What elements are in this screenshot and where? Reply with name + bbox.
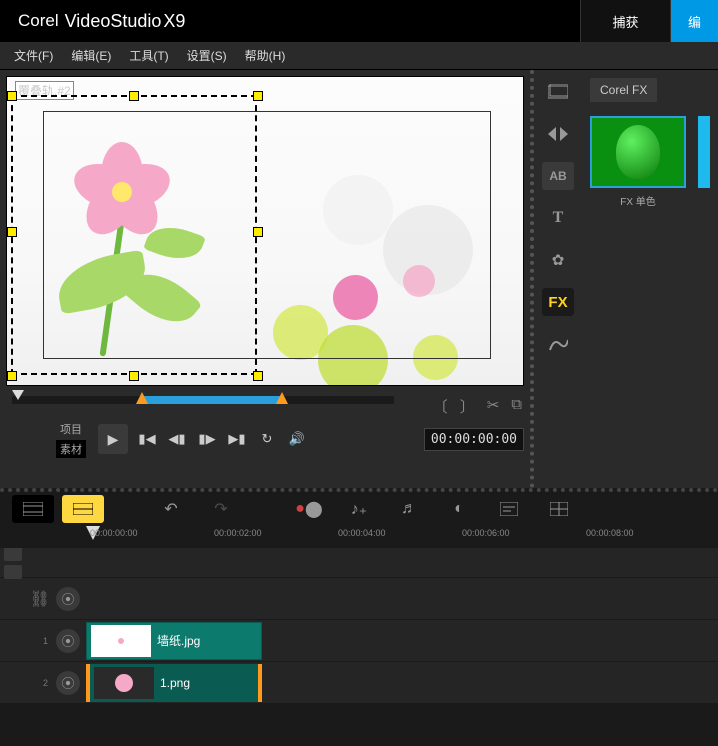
snapshot-button[interactable]: ⧉: [511, 396, 522, 417]
trim-range[interactable]: [142, 396, 282, 404]
media-library-icon[interactable]: [542, 78, 574, 106]
repeat-button[interactable]: ↻: [256, 428, 278, 450]
video-track-icon[interactable]: ⦿: [56, 587, 80, 611]
seek-bar[interactable]: [12, 396, 394, 404]
track-number: 2: [43, 678, 48, 688]
mark-out-button[interactable]: 〕: [460, 396, 475, 417]
path-icon[interactable]: [542, 330, 574, 358]
timeline-view-button[interactable]: [62, 495, 104, 523]
menu-bar: 文件(F) 编辑(E) 工具(T) 设置(S) 帮助(H): [0, 42, 718, 70]
overlay-track-icon[interactable]: ⦿: [56, 671, 80, 695]
library-pane: AB T ✿ FX Corel FX FX 单色: [530, 70, 718, 488]
menu-file[interactable]: 文件(F): [14, 47, 53, 64]
menu-edit[interactable]: 编辑(E): [71, 47, 111, 64]
mark-in-button[interactable]: 〔: [433, 396, 448, 417]
clip-png[interactable]: 1.png: [86, 664, 262, 702]
video-track-row[interactable]: ⛓ ⦿: [0, 578, 718, 620]
library-tab-corelfx[interactable]: Corel FX: [590, 78, 657, 102]
graphics-icon[interactable]: ✿: [542, 246, 574, 274]
overlay-track-2-row[interactable]: 2 ⦿ 1.png: [0, 662, 718, 704]
resize-handle-e[interactable]: [253, 227, 263, 237]
track-link-icon[interactable]: ⛓: [30, 589, 50, 609]
overlay-track-icon[interactable]: ⦿: [56, 629, 80, 653]
library-category-bar: AB T ✿ FX: [534, 70, 582, 488]
timecode-display[interactable]: 00:00:00:00: [424, 428, 524, 451]
audio-mixer-button[interactable]: ♪₊: [338, 495, 380, 523]
track-header-row: [0, 548, 718, 578]
auto-music-button[interactable]: ♬: [388, 495, 430, 523]
logo-version: X9: [163, 11, 185, 32]
go-start-button[interactable]: ▮◀: [136, 428, 158, 450]
trim-in-handle[interactable]: [136, 392, 148, 404]
clip-thumbnail: [94, 667, 154, 699]
mask-button[interactable]: ◐: [438, 495, 480, 523]
logo-brand: Corel: [18, 11, 59, 31]
clip-thumbnail: [91, 625, 151, 657]
ruler-tick: 00:00:06:00: [462, 528, 510, 538]
track-toggle-icon[interactable]: [4, 547, 22, 561]
prev-frame-button[interactable]: ◀▮: [166, 428, 188, 450]
overlay-track-1-row[interactable]: 1 ⦿ 墙纸.jpg: [0, 620, 718, 662]
record-button[interactable]: ●⬤: [288, 495, 330, 523]
seek-playhead[interactable]: [12, 390, 24, 400]
menu-tools[interactable]: 工具(T): [129, 47, 168, 64]
go-end-button[interactable]: ▶▮: [226, 428, 248, 450]
resize-handle-n[interactable]: [129, 91, 139, 101]
preview-canvas[interactable]: 覆叠轨.#2: [6, 76, 524, 386]
tab-edit[interactable]: 编: [670, 0, 718, 42]
preview-pane: 覆叠轨.#2 〔 〕 ✂: [0, 70, 530, 488]
timeline-ruler[interactable]: 00:00:00:00 00:00:02:00 00:00:04:00 00:0…: [0, 526, 718, 548]
title-bar: Corel VideoStudio X9 捕获 编: [0, 0, 718, 42]
ruler-tick: 00:00:04:00: [338, 528, 386, 538]
overlay-track-label: 覆叠轨.#2: [15, 81, 74, 100]
clip-wallpaper[interactable]: 墙纸.jpg: [86, 622, 262, 660]
menu-settings[interactable]: 设置(S): [187, 47, 227, 64]
trim-out-handle[interactable]: [276, 392, 288, 404]
redo-button[interactable]: ↷: [200, 495, 242, 523]
cut-button[interactable]: ✂: [487, 396, 500, 417]
undo-button[interactable]: ↶: [150, 495, 192, 523]
ruler-tick: 00:00:08:00: [586, 528, 634, 538]
preview-mode-toggle[interactable]: 项目 素材: [56, 420, 86, 458]
timeline-tracks: ⛓ ⦿ 1 ⦿ 墙纸.jpg 2 ⦿ 1.png: [0, 548, 718, 704]
resize-handle-sw[interactable]: [7, 371, 17, 381]
transition-icon[interactable]: [542, 120, 574, 148]
title-ab-icon[interactable]: AB: [542, 162, 574, 190]
safe-zone-frame: [43, 111, 491, 359]
track-toggle-icon[interactable]: [4, 565, 22, 579]
fx-item-monochrome[interactable]: FX 单色: [590, 116, 686, 208]
resize-handle-nw[interactable]: [7, 91, 17, 101]
storyboard-view-button[interactable]: [12, 495, 54, 523]
resize-handle-s[interactable]: [129, 371, 139, 381]
tab-capture[interactable]: 捕获: [580, 0, 670, 42]
clip-filename: 墙纸.jpg: [157, 632, 200, 649]
menu-help[interactable]: 帮助(H): [245, 47, 286, 64]
next-frame-button[interactable]: ▮▶: [196, 428, 218, 450]
fx-item-partial[interactable]: [698, 116, 710, 188]
subtitle-button[interactable]: [488, 495, 530, 523]
fx-filter-icon[interactable]: FX: [542, 288, 574, 316]
resize-handle-w[interactable]: [7, 227, 17, 237]
fx-item-label: FX 单色: [590, 193, 686, 208]
multicam-button[interactable]: [538, 495, 580, 523]
track-number: 1: [43, 636, 48, 646]
ruler-tick: 00:00:02:00: [214, 528, 262, 538]
volume-button[interactable]: 🔊: [286, 428, 308, 450]
balloon-icon: [616, 125, 660, 179]
play-button[interactable]: ▶: [98, 424, 128, 454]
logo-product: VideoStudio: [65, 11, 162, 32]
clip-filename: 1.png: [160, 676, 190, 690]
resize-handle-ne[interactable]: [253, 91, 263, 101]
ruler-tick: 00:00:00:00: [90, 528, 138, 538]
timeline-toolbar: ↶ ↷ ●⬤ ♪₊ ♬ ◐: [0, 488, 718, 526]
resize-handle-se[interactable]: [253, 371, 263, 381]
mode-project[interactable]: 项目: [56, 420, 86, 438]
mode-clip[interactable]: 素材: [56, 440, 86, 458]
text-icon[interactable]: T: [542, 204, 574, 232]
